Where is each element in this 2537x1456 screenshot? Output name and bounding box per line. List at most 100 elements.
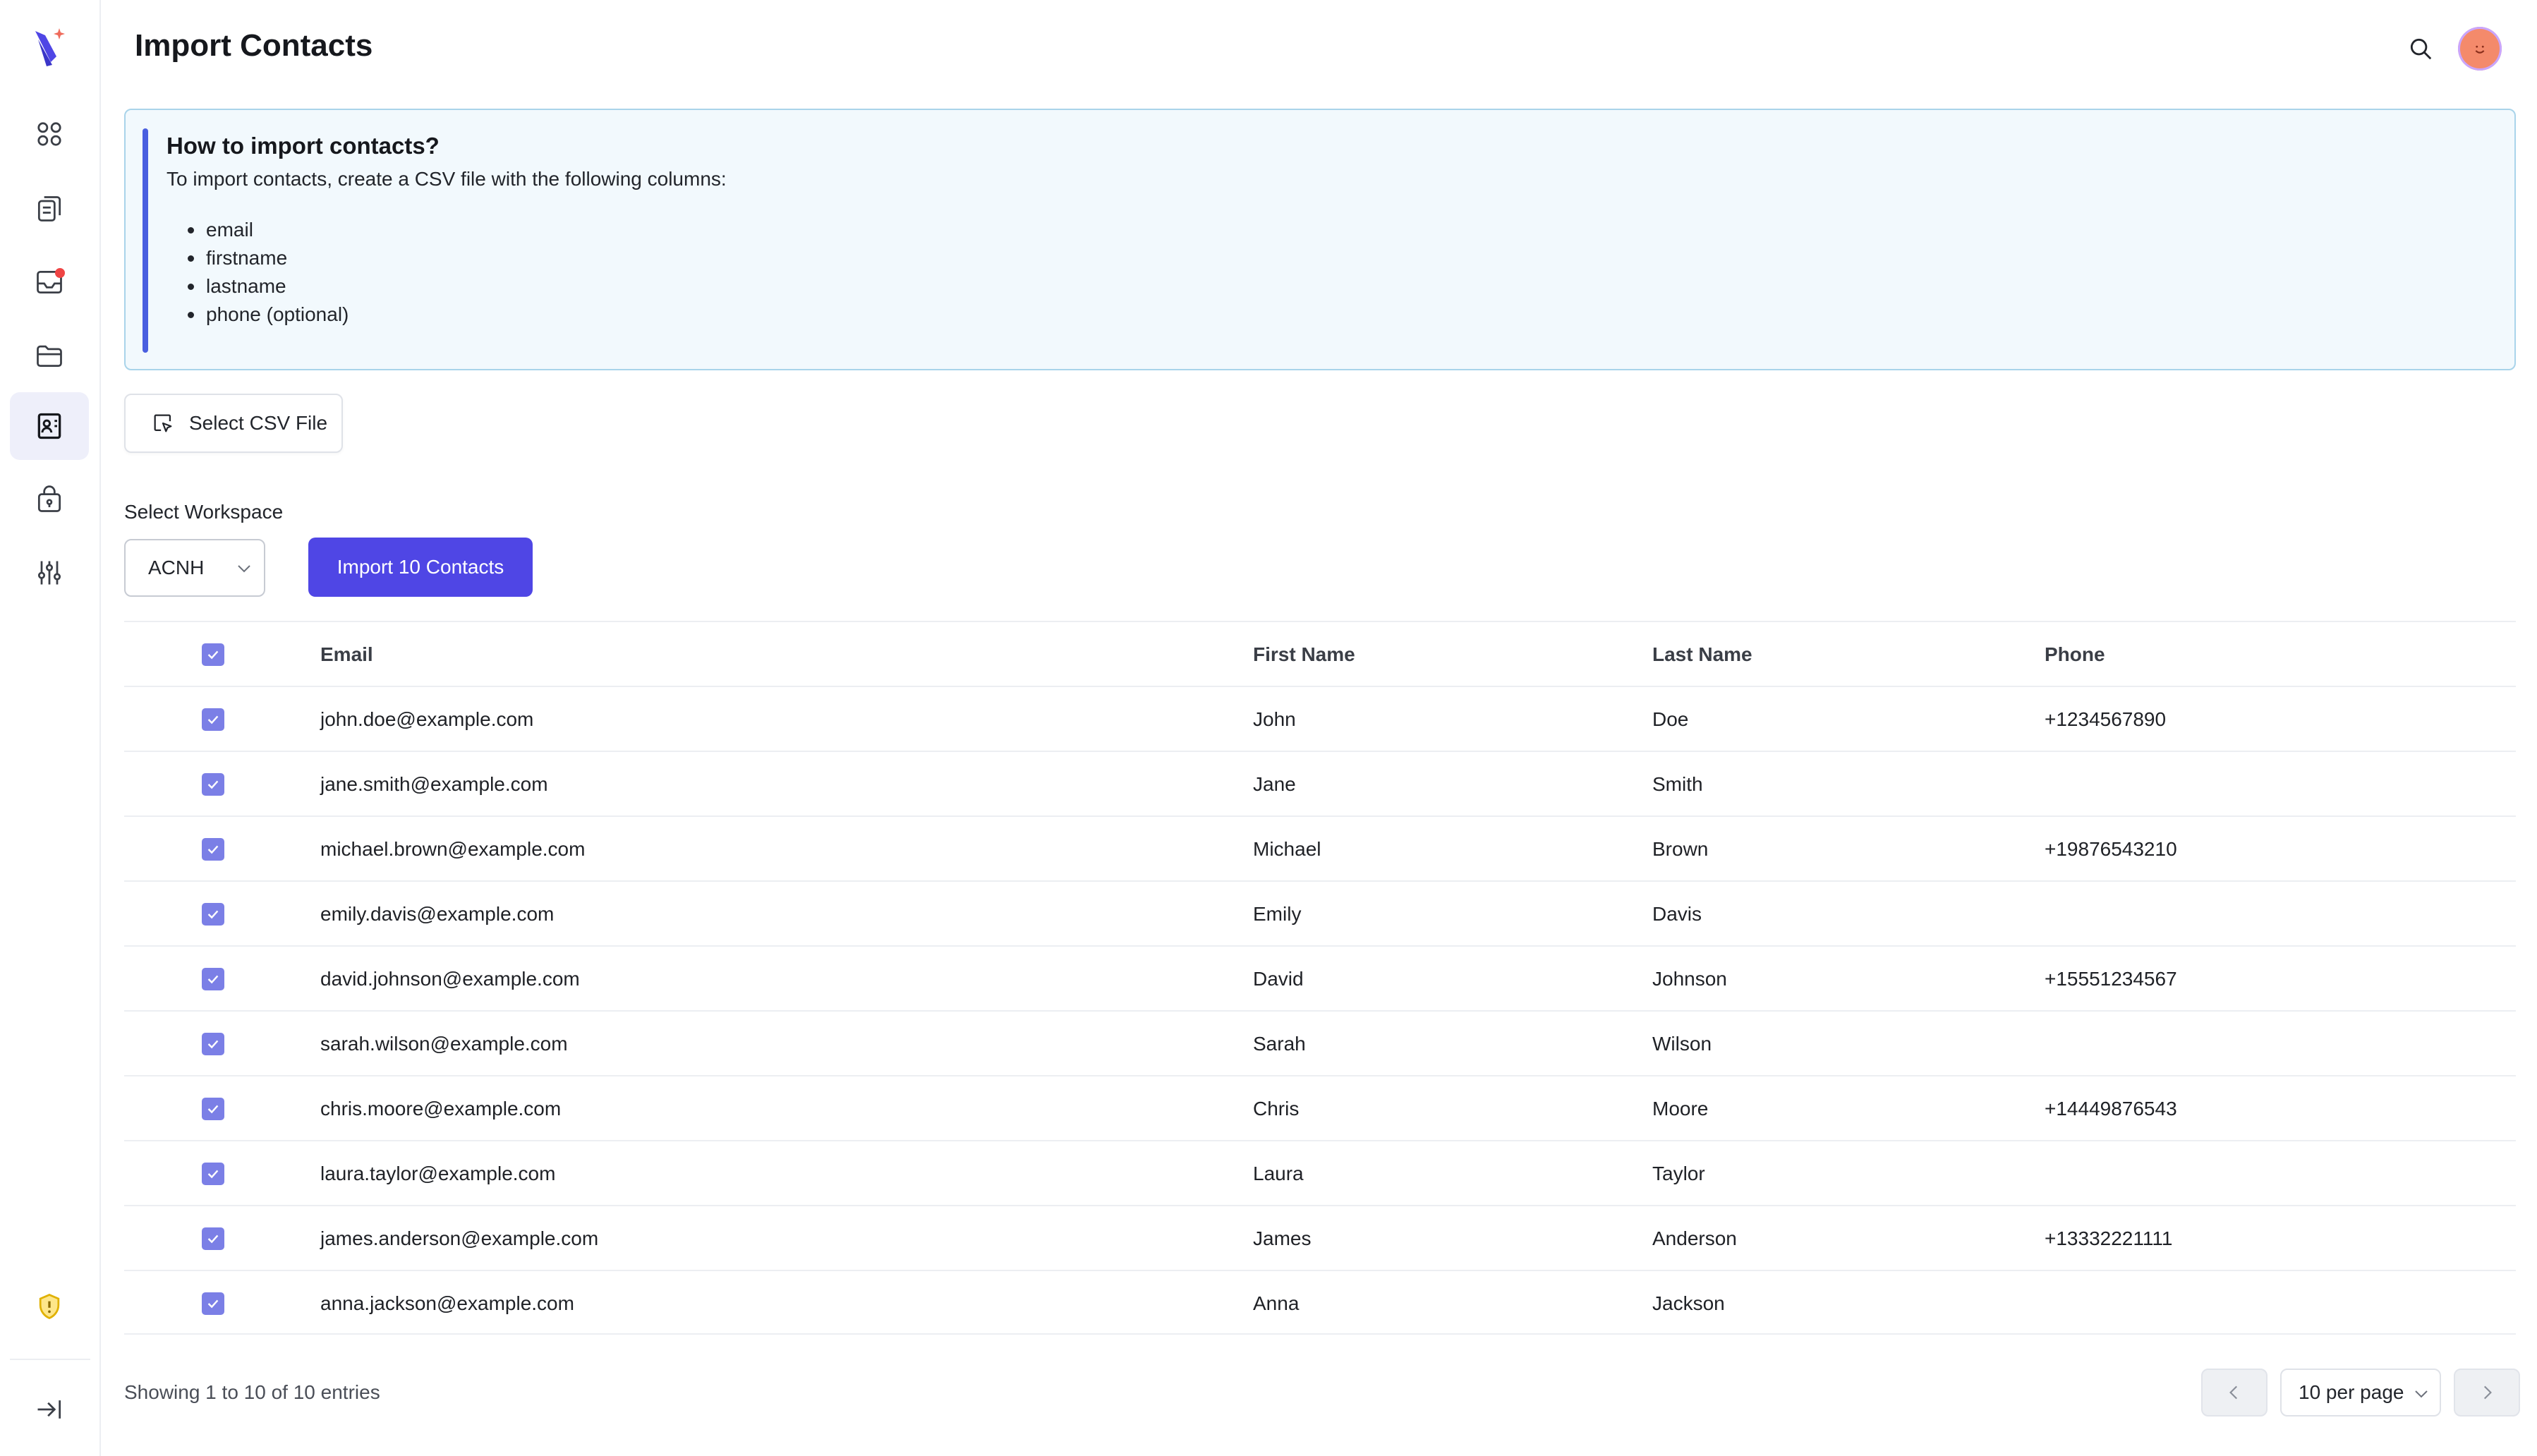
cell-email: john.doe@example.com <box>320 708 534 730</box>
check-icon <box>207 1170 219 1179</box>
select-csv-button[interactable]: Select CSV File <box>124 394 343 453</box>
header-last-name: Last Name <box>1652 643 1752 665</box>
table-row: chris.moore@example.com Chris Moore +144… <box>124 1075 2516 1140</box>
table-row: sarah.wilson@example.com Sarah Wilson <box>124 1010 2516 1075</box>
row-check-cell <box>202 1141 224 1206</box>
chevron-right-icon <box>2483 1385 2492 1400</box>
cell-email: laura.taylor@example.com <box>320 1163 556 1184</box>
cell-last-name: Johnson <box>1652 968 1727 990</box>
cell-phone: +1234567890 <box>2045 708 2167 730</box>
file-select-icon <box>154 414 172 432</box>
sidebar-item-alerts[interactable] <box>10 1273 89 1340</box>
table-row: james.anderson@example.com James Anderso… <box>124 1205 2516 1270</box>
required-columns-list: email firstname lastname phone (optional… <box>188 216 349 329</box>
cell-last-name: Smith <box>1652 773 1703 795</box>
table-row: jane.smith@example.com Jane Smith <box>124 751 2516 815</box>
header-email: Email <box>320 643 373 665</box>
documents-icon <box>37 196 61 222</box>
sidebar-item-security[interactable] <box>10 466 89 533</box>
row-check-cell <box>202 1206 224 1271</box>
workspace-label: Select Workspace <box>124 501 284 523</box>
table-row: anna.jackson@example.com Anna Jackson <box>124 1270 2516 1335</box>
list-item: email <box>188 216 349 244</box>
previous-page-button[interactable] <box>2201 1369 2267 1416</box>
row-check-cell <box>202 1076 224 1141</box>
cell-first-name: Jane <box>1253 773 1296 795</box>
row-checkbox[interactable] <box>202 1098 224 1120</box>
cell-phone: +15551234567 <box>2045 968 2177 990</box>
import-instructions: How to import contacts? To import contac… <box>124 109 2516 370</box>
avatar[interactable] <box>2458 27 2502 71</box>
row-check-cell <box>202 1271 224 1336</box>
list-item: phone (optional) <box>188 301 349 329</box>
row-checkbox[interactable] <box>202 1227 224 1250</box>
cell-email: jane.smith@example.com <box>320 773 548 795</box>
row-checkbox[interactable] <box>202 838 224 861</box>
check-icon <box>207 715 219 724</box>
contacts-icon <box>37 413 61 439</box>
workspace-select[interactable]: ACNH <box>124 539 265 597</box>
table-row: john.doe@example.com John Doe +123456789… <box>124 686 2516 751</box>
row-checkbox[interactable] <box>202 1033 224 1055</box>
list-item: firstname <box>188 244 349 272</box>
cell-phone: +13332221111 <box>2045 1227 2173 1249</box>
lock-bag-icon <box>37 485 61 512</box>
cell-first-name: Chris <box>1253 1098 1300 1120</box>
row-checkbox[interactable] <box>202 903 224 926</box>
row-check-cell <box>202 882 224 947</box>
select-all-checkbox[interactable] <box>202 643 224 666</box>
cell-phone: +19876543210 <box>2045 838 2177 860</box>
row-checkbox[interactable] <box>202 708 224 731</box>
sidebar-item-dashboard[interactable] <box>10 100 89 168</box>
row-checkbox[interactable] <box>202 968 224 990</box>
import-contacts-button[interactable]: Import 10 Contacts <box>308 538 533 597</box>
info-title: How to import contacts? <box>166 133 440 159</box>
header-phone: Phone <box>2045 643 2105 665</box>
per-page-select[interactable]: 10 per page <box>2280 1369 2441 1416</box>
collapse-sidebar-button[interactable] <box>10 1376 89 1443</box>
row-check-cell <box>202 752 224 817</box>
shield-alert-icon <box>39 1294 60 1319</box>
table-row: emily.davis@example.com Emily Davis <box>124 880 2516 945</box>
app-logo-icon[interactable] <box>31 25 68 68</box>
info-accent-bar <box>143 128 148 353</box>
contacts-table: Email First Name Last Name Phone john.do… <box>124 621 2516 1335</box>
table-header-row: Email First Name Last Name Phone <box>124 621 2516 686</box>
table-row: david.johnson@example.com David Johnson … <box>124 945 2516 1010</box>
sidebar-item-settings[interactable] <box>10 539 89 607</box>
row-checkbox[interactable] <box>202 1292 224 1315</box>
check-icon <box>207 1105 219 1114</box>
collapse-sidebar-icon <box>37 1400 61 1419</box>
check-icon <box>207 1299 219 1309</box>
sidebar-item-inbox[interactable] <box>10 248 89 316</box>
avatar-face-icon <box>2475 45 2485 54</box>
search-button[interactable] <box>2403 31 2438 66</box>
cell-first-name: Sarah <box>1253 1033 1306 1055</box>
cell-last-name: Jackson <box>1652 1292 1725 1314</box>
header-first-name: First Name <box>1253 643 1355 665</box>
next-page-button[interactable] <box>2454 1369 2520 1416</box>
sidebar-item-documents[interactable] <box>10 175 89 243</box>
row-checkbox[interactable] <box>202 773 224 796</box>
row-check-cell <box>202 817 224 882</box>
sidebar-item-contacts[interactable] <box>10 392 89 460</box>
check-icon <box>207 780 219 789</box>
cell-phone: +14449876543 <box>2045 1098 2177 1120</box>
check-icon <box>207 650 219 660</box>
row-check-cell <box>202 687 224 752</box>
cell-first-name: Laura <box>1253 1163 1304 1184</box>
cell-email: michael.brown@example.com <box>320 838 586 860</box>
cell-last-name: Doe <box>1652 708 1689 730</box>
sliders-icon <box>37 561 61 585</box>
sidebar-item-folders[interactable] <box>10 322 89 389</box>
cell-last-name: Moore <box>1652 1098 1709 1120</box>
cell-first-name: James <box>1253 1227 1312 1249</box>
cell-email: anna.jackson@example.com <box>320 1292 574 1314</box>
check-icon <box>207 1040 219 1049</box>
cell-first-name: Emily <box>1253 903 1302 925</box>
row-checkbox[interactable] <box>202 1163 224 1185</box>
entries-summary: Showing 1 to 10 of 10 entries <box>124 1381 380 1403</box>
chevron-down-icon <box>238 565 250 573</box>
chevron-left-icon <box>2229 1385 2238 1400</box>
app-root: Import Contacts How to import contacts? … <box>0 0 2537 1456</box>
